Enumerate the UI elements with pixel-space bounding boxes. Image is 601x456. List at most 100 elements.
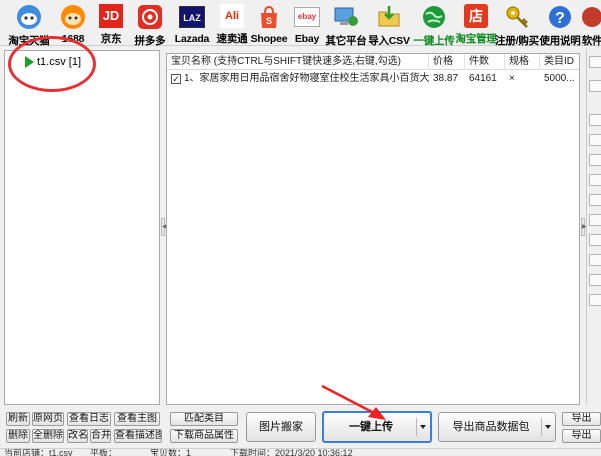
file-tree-panel: t1.csv [1] bbox=[4, 50, 160, 405]
delete-all-button[interactable]: 全删除 bbox=[32, 429, 64, 443]
toolbar-taobao[interactable]: 淘宝天猫 bbox=[4, 0, 54, 47]
toolbar-label: 使用说明 bbox=[539, 35, 581, 47]
toolbar-label: 淘宝天猫 bbox=[8, 35, 50, 47]
column-header-qty[interactable]: 件数 bbox=[465, 54, 505, 70]
toolbar-register[interactable]: 注册/购买 bbox=[495, 0, 539, 47]
right-panel-field[interactable] bbox=[589, 294, 601, 306]
toolbar-aliexpress[interactable]: Ali 速卖通 bbox=[214, 0, 250, 46]
toolbar-lazada[interactable]: LAZ Lazada bbox=[172, 0, 212, 46]
product-name: 1、家居家用日用品宿舍好物寝室住校生活家具小百货大全... bbox=[184, 73, 429, 84]
main-toolbar: 淘宝天猫 1688 JD 京东 拼多多 LAZ Lazada Ali 速卖通 S… bbox=[0, 0, 601, 47]
toolbar-jd[interactable]: JD 京东 bbox=[96, 0, 126, 46]
pinduoduo-icon bbox=[137, 4, 163, 30]
download-attributes-button[interactable]: 下载商品属性 bbox=[170, 429, 238, 443]
right-panel-field[interactable] bbox=[589, 114, 601, 126]
tree-item-csv[interactable]: t1.csv [1] bbox=[25, 56, 82, 68]
toolbar-label: 速卖通 bbox=[216, 33, 248, 45]
column-header-name[interactable]: 宝贝名称 (支持CTRL与SHIFT键快速多选,右键,勾选) bbox=[167, 54, 429, 70]
lazada-icon: LAZ bbox=[179, 4, 205, 30]
toolbar-other-platform[interactable]: 其它平台 bbox=[323, 0, 369, 47]
right-panel-field[interactable] bbox=[589, 80, 601, 92]
right-panel-field[interactable] bbox=[589, 234, 601, 246]
chevron-down-icon[interactable] bbox=[420, 425, 426, 429]
toolbar-label: 1688 bbox=[61, 33, 85, 45]
tree-item-label: t1.csv [1] bbox=[37, 56, 82, 68]
export-button-2[interactable]: 导出 bbox=[562, 429, 601, 443]
view-desc-image-button[interactable]: 查看描述图 bbox=[114, 429, 162, 443]
export-package-button[interactable]: 导出商品数据包 bbox=[438, 412, 556, 442]
dropdown-separator bbox=[416, 418, 417, 436]
toolbar-taobao-manage[interactable]: 店 淘宝管理 bbox=[454, 0, 498, 46]
taobao-icon bbox=[16, 4, 42, 30]
cell-price: 38.87 bbox=[433, 73, 459, 84]
rename-button[interactable]: 改名 bbox=[67, 429, 88, 443]
right-panel-field[interactable] bbox=[589, 174, 601, 186]
toolbar-label: 其它平台 bbox=[325, 35, 367, 47]
toolbar-one-click-upload[interactable]: 一键上传 bbox=[413, 0, 455, 47]
right-panel-field[interactable] bbox=[589, 194, 601, 206]
chevron-down-icon[interactable] bbox=[545, 425, 551, 429]
right-panel-field[interactable] bbox=[589, 134, 601, 146]
column-header-category-id[interactable]: 类目ID bbox=[540, 54, 579, 70]
row-checkbox[interactable]: ✓ bbox=[171, 74, 181, 84]
product-table: 宝贝名称 (支持CTRL与SHIFT键快速多选,右键,勾选) 价格 件数 规格 … bbox=[166, 53, 580, 405]
play-icon bbox=[25, 56, 34, 68]
toolbar-label: 导入CSV bbox=[368, 35, 410, 47]
other-platform-icon bbox=[333, 4, 359, 30]
view-log-button[interactable]: 查看日志 bbox=[67, 412, 111, 426]
match-category-button[interactable]: 匹配类目 bbox=[170, 412, 238, 426]
merge-button[interactable]: 合并 bbox=[90, 429, 111, 443]
right-panel-field[interactable] bbox=[589, 56, 601, 68]
open-web-button[interactable]: 原网页 bbox=[32, 412, 64, 426]
status-time: 下载时间：2021/3/20 10:36:12 bbox=[230, 448, 353, 456]
view-main-image-button[interactable]: 查看主图 bbox=[114, 412, 160, 426]
import-csv-icon bbox=[376, 4, 402, 30]
collapse-right-handle[interactable]: ▶ bbox=[581, 218, 587, 236]
delete-button[interactable]: 删除 bbox=[6, 429, 30, 443]
toolbar-label: 注册/购买 bbox=[495, 35, 539, 47]
help-icon: ? bbox=[547, 4, 573, 30]
toolbar-pinduoduo[interactable]: 拼多多 bbox=[132, 0, 168, 47]
svg-text:?: ? bbox=[555, 10, 565, 27]
toolbar-1688[interactable]: 1688 bbox=[56, 0, 90, 46]
table-header: 宝贝名称 (支持CTRL与SHIFT键快速多选,右键,勾选) 价格 件数 规格 … bbox=[167, 54, 579, 70]
image-move-button[interactable]: 图片搬家 bbox=[246, 412, 316, 442]
right-panel-field[interactable] bbox=[589, 274, 601, 286]
cell-qty: 64161 bbox=[469, 73, 497, 84]
app-window: 淘宝天猫 1688 JD 京东 拼多多 LAZ Lazada Ali 速卖通 S… bbox=[0, 0, 601, 456]
column-header-price[interactable]: 价格 bbox=[429, 54, 465, 70]
toolbar-software[interactable]: 软件 bbox=[580, 0, 601, 46]
right-panel-field[interactable] bbox=[589, 254, 601, 266]
aliexpress-icon: Ali bbox=[219, 4, 245, 28]
right-panel-field[interactable] bbox=[589, 154, 601, 166]
register-key-icon bbox=[504, 4, 530, 30]
one-click-upload-button[interactable]: 一键上传 bbox=[322, 411, 432, 443]
column-header-spec[interactable]: 规格 bbox=[505, 54, 540, 70]
jd-icon: JD bbox=[98, 4, 124, 28]
status-store: 当前店铺：t1.csv bbox=[4, 448, 73, 456]
toolbar-label: 软件 bbox=[581, 35, 601, 46]
toolbar-shopee[interactable]: S Shopee bbox=[250, 0, 288, 46]
toolbar-help[interactable]: ? 使用说明 bbox=[539, 0, 581, 47]
one-click-upload-label: 一键上传 bbox=[349, 421, 393, 433]
toolbar-label: 淘宝管理 bbox=[455, 33, 497, 45]
software-icon bbox=[580, 4, 601, 30]
toolbar-label: 一键上传 bbox=[413, 35, 455, 47]
ebay-icon: ebay bbox=[294, 4, 320, 30]
taobao-manage-icon: 店 bbox=[463, 4, 489, 28]
status-bar: 当前店铺：t1.csv 平板： 宝贝数：1 下载时间：2021/3/20 10:… bbox=[0, 448, 601, 456]
toolbar-label: 拼多多 bbox=[134, 35, 166, 47]
status-count: 宝贝数：1 bbox=[150, 448, 192, 456]
toolbar-label: 京东 bbox=[100, 33, 122, 45]
toolbar-ebay[interactable]: ebay Ebay bbox=[292, 0, 322, 46]
dropdown-separator bbox=[541, 418, 542, 436]
cell-name: ✓ 1、家居家用日用品宿舍好物寝室住校生活家具小百货大全... bbox=[167, 71, 429, 87]
refresh-button[interactable]: 刷新 bbox=[6, 412, 30, 426]
toolbar-import-csv[interactable]: 导入CSV bbox=[368, 0, 410, 47]
right-panel-field[interactable] bbox=[589, 214, 601, 226]
export-button-1[interactable]: 导出 bbox=[562, 412, 601, 426]
right-side-panel bbox=[586, 50, 601, 405]
collapse-left-handle[interactable]: ◀ bbox=[161, 218, 167, 236]
toolbar-label: Shopee bbox=[250, 33, 288, 45]
table-row[interactable]: ✓ 1、家居家用日用品宿舍好物寝室住校生活家具小百货大全... 38.87 641… bbox=[167, 71, 579, 87]
